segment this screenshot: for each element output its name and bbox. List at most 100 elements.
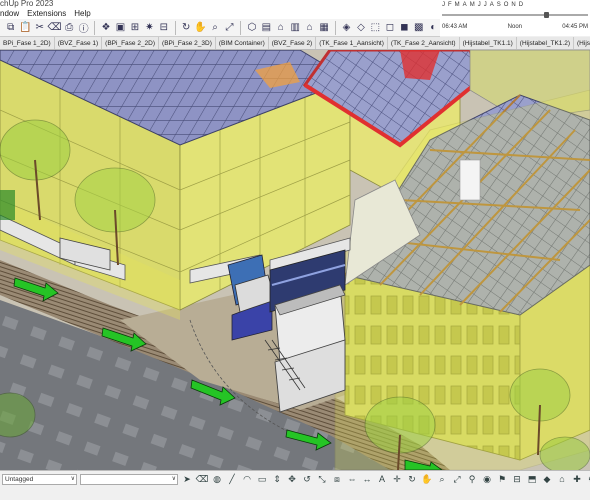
warehouse-icon[interactable]: ⌂: [555, 472, 569, 486]
zoom-extents-icon[interactable]: ⤢: [223, 20, 236, 35]
month-label[interactable]: O: [504, 2, 509, 8]
toolbar-separator: [174, 20, 176, 35]
back-view-icon[interactable]: ⌂: [303, 20, 316, 35]
month-strip[interactable]: JFMAMJJASOND: [442, 2, 523, 8]
paste-icon[interactable]: 📋: [18, 20, 31, 35]
pan-icon[interactable]: ✋: [194, 20, 207, 35]
zoom-icon[interactable]: ⌕: [435, 472, 449, 486]
model-info-icon[interactable]: ⓘ: [77, 20, 90, 35]
back-edges-icon[interactable]: ◇: [354, 20, 367, 35]
month-label[interactable]: J: [484, 2, 487, 8]
settings-icon[interactable]: ⚙: [585, 472, 590, 486]
walk-icon[interactable]: ⚲: [465, 472, 479, 486]
section-icon[interactable]: ⊟: [510, 472, 524, 486]
scene-tab[interactable]: (Hijstabel_TK1.2): [517, 37, 575, 49]
explode-icon[interactable]: ✷: [143, 20, 156, 35]
large-tool-set: ➤⌫◍╱◠▭⇕✥↺⤡⧈⇔↔A✛↻✋⌕⤢⚲◉⚑⊟⬒◆⌂✚⚙ⓘ: [180, 472, 590, 486]
scale-icon[interactable]: ⤡: [315, 472, 329, 486]
month-label[interactable]: D: [519, 2, 523, 8]
wireframe-icon[interactable]: ⬚: [369, 20, 382, 35]
month-label[interactable]: A: [490, 2, 494, 8]
line-icon[interactable]: ╱: [225, 472, 239, 486]
look-icon[interactable]: ◉: [480, 472, 494, 486]
month-label[interactable]: F: [448, 2, 452, 8]
textured-icon[interactable]: ▩: [412, 20, 425, 35]
tag-dropdown[interactable]: Untagged ∨: [2, 474, 77, 485]
ext-icon[interactable]: ✚: [570, 472, 584, 486]
style-dropdown[interactable]: ∨: [80, 474, 178, 485]
xray-icon[interactable]: ◈: [340, 20, 353, 35]
rect-icon[interactable]: ▭: [255, 472, 269, 486]
shaded-icon[interactable]: ◼: [398, 20, 411, 35]
orbit-icon[interactable]: ↻: [405, 472, 419, 486]
chevron-down-icon: ∨: [171, 476, 176, 482]
menu-extensions[interactable]: Extensions: [27, 9, 66, 19]
month-label[interactable]: S: [497, 2, 501, 8]
pan-icon[interactable]: ✋: [420, 472, 434, 486]
front-view-icon[interactable]: ⌂: [274, 20, 287, 35]
select-icon[interactable]: ➤: [180, 472, 194, 486]
bush: [0, 190, 15, 220]
hidden-line-icon[interactable]: ◻: [383, 20, 396, 35]
orbit-icon[interactable]: ↻: [179, 20, 192, 35]
ruby-icon[interactable]: ◆: [540, 472, 554, 486]
right-view-icon[interactable]: ▥: [289, 20, 302, 35]
top-view-icon[interactable]: ▤: [260, 20, 273, 35]
cut-icon[interactable]: ✂: [33, 20, 46, 35]
move-icon[interactable]: ✥: [285, 472, 299, 486]
month-label[interactable]: A: [463, 2, 467, 8]
text-icon[interactable]: A: [375, 472, 389, 486]
left-view-icon[interactable]: ▦: [317, 20, 330, 35]
scene-tab[interactable]: (BPi_Fase 2_2D): [102, 37, 160, 49]
menu-help[interactable]: Help: [74, 9, 90, 19]
tape-icon[interactable]: ⇔: [345, 472, 359, 486]
time-start-label: 06:43 AM: [442, 24, 468, 30]
month-label[interactable]: N: [511, 2, 515, 8]
iso-view-icon[interactable]: ⬡: [245, 20, 258, 35]
component-icon[interactable]: ❖: [99, 20, 112, 35]
time-slider-knob[interactable]: [543, 12, 549, 18]
offset-icon[interactable]: ⧈: [330, 472, 344, 486]
chimney: [459, 159, 481, 201]
layout-icon[interactable]: ⬒: [525, 472, 539, 486]
rotate-icon[interactable]: ↺: [300, 472, 314, 486]
section-icon[interactable]: ⊟: [157, 20, 170, 35]
erase-icon[interactable]: ⌫: [47, 20, 61, 35]
scene-tab[interactable]: (TK_Fase 1_Aansicht): [316, 37, 388, 49]
axes-icon[interactable]: ✛: [390, 472, 404, 486]
3d-viewport[interactable]: [0, 50, 590, 470]
arc-icon[interactable]: ◠: [240, 472, 254, 486]
tag-dropdown-value: Untagged: [5, 476, 34, 483]
scene-tab[interactable]: (BVZ_Fase 2): [269, 37, 317, 49]
extents-icon[interactable]: ⤢: [450, 472, 464, 486]
scene-tab[interactable]: (Hijstabel_TK2): [574, 37, 590, 49]
scene-tab[interactable]: (BPi_Fase 2_3D): [159, 37, 216, 49]
dimension-icon[interactable]: ↔: [360, 472, 374, 486]
push-pull-icon[interactable]: ⇕: [270, 472, 284, 486]
print-icon[interactable]: ⎙: [63, 20, 76, 35]
make-group-icon[interactable]: ⊞: [128, 20, 141, 35]
month-label[interactable]: M: [470, 2, 475, 8]
main-toolbar: ⧉ 📋 ✂ ⌫ ⎙ ⓘ ❖ ▣ ⊞ ✷ ⊟ ↻ ✋ ⌕ ⤢ ⬡ ▤ ⌂ ▥ ⌂ ▦ ◈ ◇ ⬚ ◻ ◼ ▩ ◐: [0, 19, 440, 37]
scene-tab[interactable]: (Hijstabel_TK1.1): [460, 37, 517, 49]
zoom-icon[interactable]: ⌕: [208, 20, 221, 35]
copy-icon[interactable]: ⧉: [4, 20, 17, 35]
model-canvas[interactable]: [0, 50, 590, 470]
menu-window[interactable]: ndow: [0, 9, 19, 19]
month-label[interactable]: J: [442, 2, 445, 8]
paint-icon[interactable]: ◍: [210, 472, 224, 486]
scene-tab[interactable]: (TK_Fase 2_Aansicht): [388, 37, 460, 49]
month-label[interactable]: M: [455, 2, 460, 8]
eraser-icon[interactable]: ⌫: [195, 472, 209, 486]
time-slider[interactable]: [442, 12, 588, 18]
scene-tab[interactable]: (BIM Container): [216, 37, 269, 49]
monochrome-icon[interactable]: ◐: [426, 20, 439, 35]
month-label[interactable]: J: [478, 2, 481, 8]
position-icon[interactable]: ⚑: [495, 472, 509, 486]
scene-tabs: BPi_Fase 1_2D) (BVZ_Fase 1) (BPi_Fase 2_2D…: [0, 37, 590, 50]
scene-tab[interactable]: (BVZ_Fase 1): [55, 37, 103, 49]
scene-tab[interactable]: BPi_Fase 1_2D): [0, 37, 55, 49]
group-icon[interactable]: ▣: [114, 20, 127, 35]
shadow-settings-bar: JFMAMJJASOND 06:43 AM Noon 04:45 PM: [440, 0, 590, 36]
window-title: chUp Pro 2023: [0, 0, 54, 8]
